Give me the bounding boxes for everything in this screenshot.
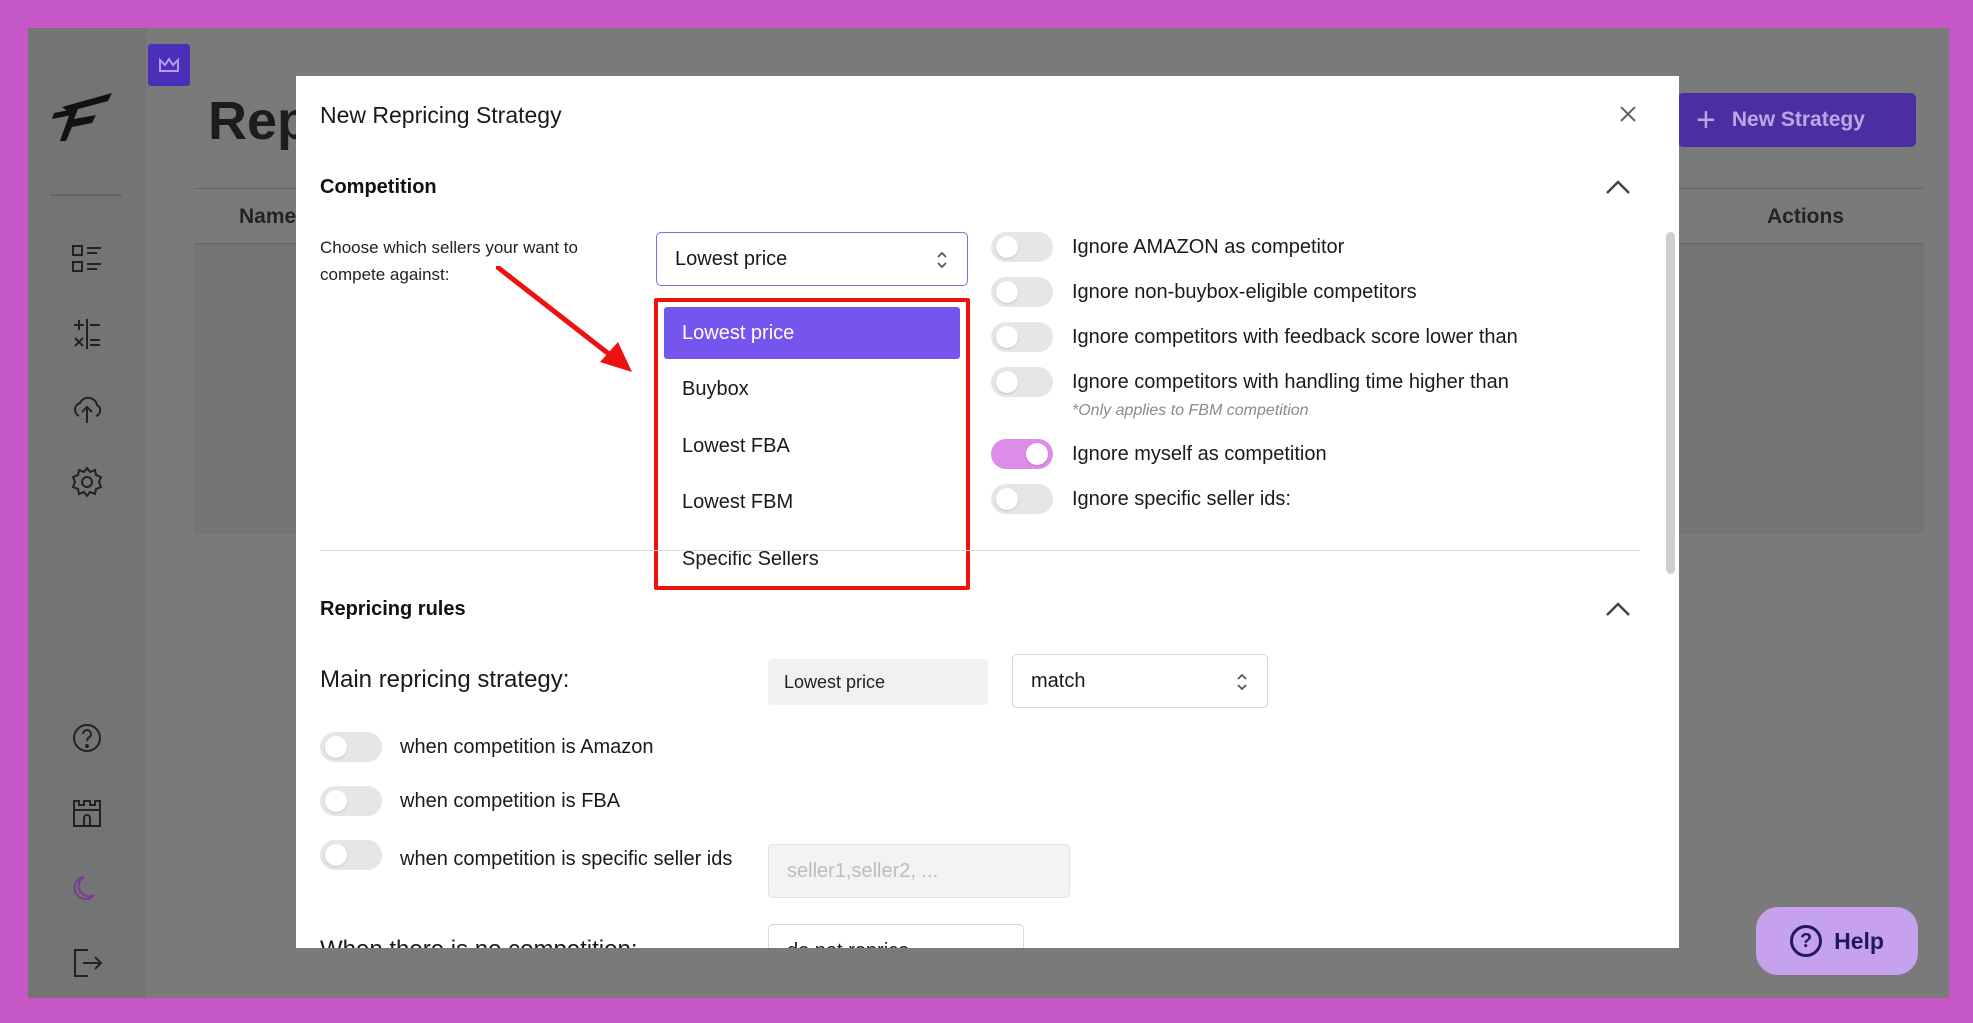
new-strategy-label: New Strategy (1731, 108, 1865, 131)
compete-against-select[interactable]: Lowest price (656, 232, 968, 286)
plus-icon: + (1696, 101, 1716, 139)
main-strategy-value: Lowest price (768, 659, 988, 705)
no-competition-value: do not reprice (787, 940, 909, 949)
toggle-competition-specific-sellers[interactable] (320, 840, 382, 870)
repricing-rules-section-title: Repricing rules (320, 598, 466, 620)
dropdown-option-lowest-fba[interactable]: Lowest FBA (664, 420, 960, 472)
label-ignore-amazon: Ignore AMAZON as competitor (1072, 236, 1345, 258)
logo-icon[interactable] (52, 83, 118, 143)
modal-scrollbar[interactable] (1666, 232, 1675, 574)
toggle-ignore-non-buybox[interactable] (991, 277, 1053, 307)
main-strategy-mode-value: match (1031, 669, 1086, 692)
help-circle-icon[interactable] (70, 721, 104, 755)
column-header-name: Name (239, 205, 297, 228)
logout-icon[interactable] (70, 946, 104, 980)
label-competition-specific-sellers: when competition is specific seller ids (400, 848, 733, 870)
dropdown-option-specific-sellers[interactable]: Specific Sellers (664, 533, 960, 585)
dashboard-icon[interactable] (70, 242, 104, 276)
updown-chevron-icon (937, 251, 947, 269)
close-icon[interactable] (1616, 102, 1640, 126)
label-ignore-non-buybox: Ignore non-buybox-eligible competitors (1072, 281, 1417, 303)
modal-title: New Repricing Strategy (320, 102, 562, 128)
help-label: Help (1834, 927, 1884, 954)
calculator-icon[interactable] (70, 317, 104, 351)
castle-icon[interactable] (70, 796, 104, 830)
compete-against-dropdown: Lowest price Buybox Lowest FBA Lowest FB… (654, 298, 970, 590)
label-ignore-myself: Ignore myself as competition (1072, 443, 1327, 465)
main-strategy-mode-select[interactable]: match (1012, 654, 1268, 708)
sidebar (28, 28, 146, 998)
cloud-upload-icon[interactable] (70, 392, 104, 426)
page-title: Rep (208, 91, 311, 151)
updown-chevron-icon (1237, 673, 1247, 691)
label-ignore-specific-sellers: Ignore specific seller ids: (1072, 488, 1291, 510)
annotation-arrow (496, 266, 632, 372)
fbm-only-note: *Only applies to FBM competition (1072, 402, 1309, 419)
main-strategy-label: Main repricing strategy: (320, 666, 570, 693)
dropdown-option-lowest-fbm[interactable]: Lowest FBM (664, 476, 960, 528)
sidebar-divider (50, 194, 122, 196)
help-icon: ? (1790, 925, 1823, 957)
toggle-competition-fba[interactable] (320, 786, 382, 816)
toggle-competition-amazon[interactable] (320, 732, 382, 762)
label-competition-amazon: when competition is Amazon (400, 736, 654, 758)
settings-icon[interactable] (70, 465, 104, 499)
column-header-actions: Actions (1767, 205, 1845, 228)
crown-icon[interactable] (148, 44, 190, 86)
toggle-ignore-amazon[interactable] (991, 232, 1053, 262)
label-ignore-handling-time: Ignore competitors with handling time hi… (1072, 371, 1509, 393)
toggle-ignore-specific-sellers[interactable] (991, 484, 1053, 514)
compete-against-value: Lowest price (675, 247, 788, 270)
toggle-ignore-myself[interactable] (991, 439, 1053, 469)
label-ignore-low-feedback: Ignore competitors with feedback score l… (1072, 326, 1518, 348)
no-competition-label: When there is no competition: (320, 936, 638, 948)
help-button[interactable]: ? Help (1756, 907, 1918, 975)
toggle-ignore-low-feedback[interactable] (991, 322, 1053, 352)
competition-section-title: Competition (320, 176, 437, 198)
no-competition-select[interactable]: do not reprice (768, 924, 1024, 948)
label-competition-fba: when competition is FBA (400, 790, 621, 812)
new-strategy-button[interactable]: + New Strategy (1678, 93, 1916, 147)
chevron-up-icon[interactable] (1604, 600, 1632, 618)
dropdown-option-lowest-price[interactable]: Lowest price (664, 307, 960, 359)
new-strategy-modal: New Repricing Strategy Competition Choos… (296, 76, 1679, 948)
dropdown-option-buybox[interactable]: Buybox (664, 363, 960, 415)
chevron-up-icon[interactable] (1604, 178, 1632, 196)
section-divider (320, 550, 1640, 551)
seller-ids-input[interactable]: seller1,seller2, ... (768, 844, 1070, 898)
moon-icon[interactable] (70, 871, 104, 905)
toggle-ignore-handling-time[interactable] (991, 367, 1053, 397)
